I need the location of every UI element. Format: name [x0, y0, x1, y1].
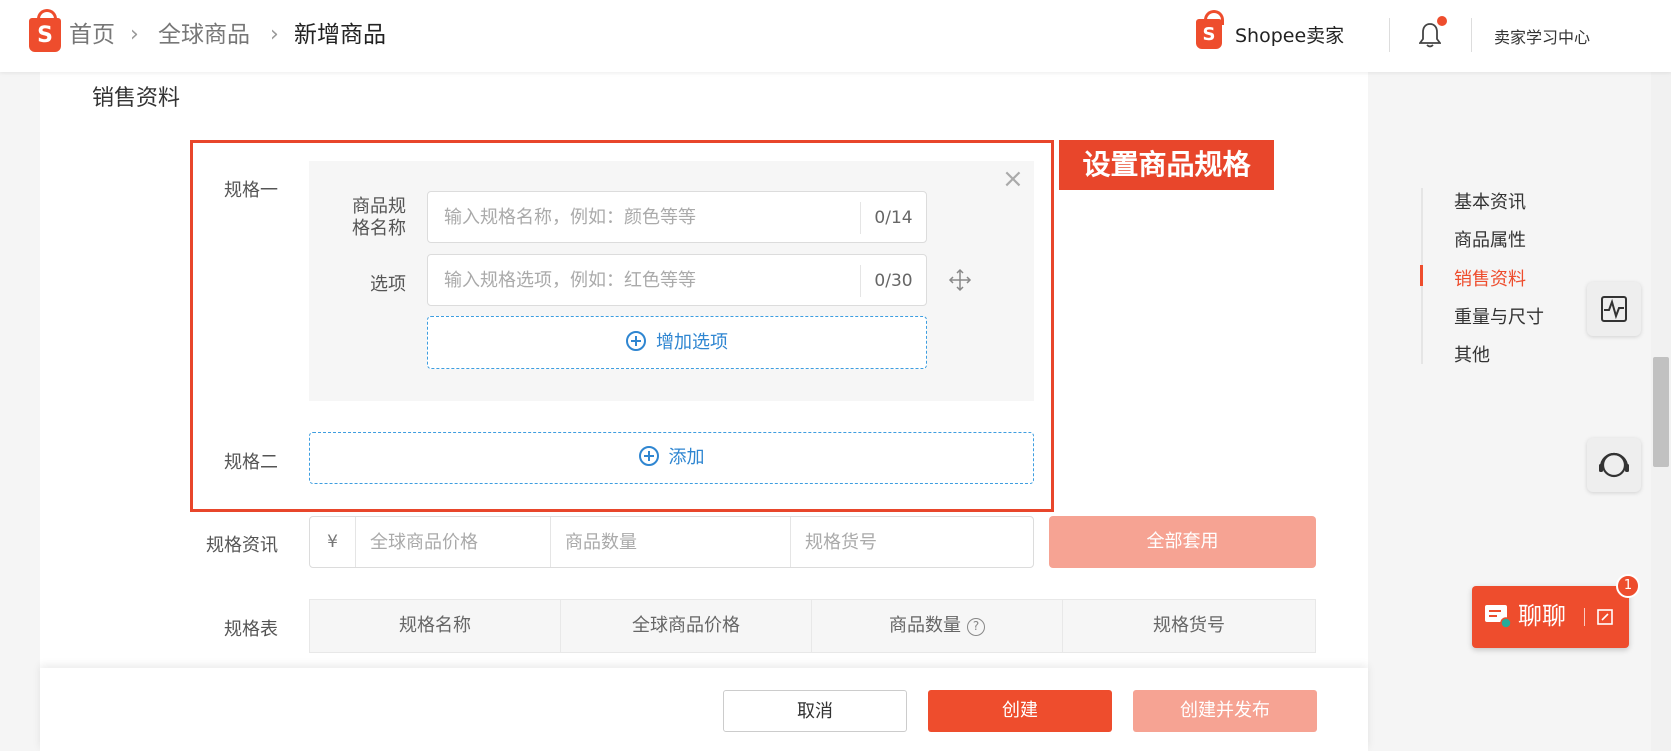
column-header: 规格货号	[1153, 615, 1225, 636]
sku-input[interactable]	[791, 517, 1033, 567]
breadcrumb-global-products[interactable]: 全球商品	[158, 20, 250, 50]
breadcrumb-home[interactable]: 首页	[69, 20, 115, 50]
page-scrollbar-thumb[interactable]	[1653, 357, 1669, 467]
spec-table-label: 规格表	[224, 619, 278, 640]
shopee-seller-logo-icon[interactable]: S	[1196, 10, 1224, 49]
cancel-button[interactable]: 取消	[723, 690, 907, 732]
top-header: S 首页 › 全球商品 › 新增商品 S Shopee卖家 卖家学习中心	[0, 0, 1671, 72]
side-nav-other[interactable]: 其他	[1454, 341, 1490, 367]
side-nav-active-indicator	[1420, 265, 1423, 286]
apply-all-button[interactable]: 全部套用	[1049, 516, 1316, 568]
column-header-quantity: 商品数量?	[812, 600, 1063, 652]
chat-label: 聊聊	[1518, 602, 1566, 630]
currency-symbol: ¥	[310, 517, 356, 567]
header-divider	[1389, 18, 1390, 52]
side-nav-sales-info[interactable]: 销售资料	[1454, 265, 1526, 291]
qty-cell	[551, 517, 791, 567]
learning-center-link[interactable]: 卖家学习中心	[1494, 24, 1590, 48]
breadcrumb-current: 新增商品	[294, 22, 386, 48]
column-header: 规格名称	[310, 600, 561, 652]
chat-unread-badge: 1	[1616, 574, 1640, 598]
highlight-frame	[190, 140, 1054, 512]
callout-label: 设置商品规格	[1059, 140, 1274, 190]
create-button[interactable]: 创建	[928, 690, 1112, 732]
price-cell	[356, 517, 551, 567]
activity-chart-icon	[1601, 296, 1627, 322]
help-icon[interactable]: ?	[967, 618, 985, 636]
side-nav-basic-info[interactable]: 基本资讯	[1454, 188, 1526, 214]
column-header: 商品数量	[889, 615, 961, 636]
spec-info-label: 规格资讯	[206, 535, 278, 556]
section-title: 销售资料	[92, 86, 181, 111]
side-nav-attributes[interactable]: 商品属性	[1454, 226, 1526, 252]
spec-table-header: 规格名称 全球商品价格 商品数量? 规格货号	[309, 599, 1316, 653]
customer-service-button[interactable]	[1587, 438, 1641, 492]
shopee-seller-label[interactable]: Shopee卖家	[1235, 22, 1344, 50]
popout-icon[interactable]	[1596, 608, 1614, 626]
chat-divider	[1584, 608, 1585, 626]
header-divider	[1471, 18, 1472, 52]
column-header: 全球商品价格	[561, 600, 812, 652]
headset-icon	[1599, 452, 1629, 478]
side-nav-weight-size[interactable]: 重量与尺寸	[1454, 303, 1544, 329]
chat-button[interactable]: 聊聊	[1472, 586, 1629, 648]
chevron-right-icon: ›	[130, 22, 139, 47]
bell-icon[interactable]	[1419, 22, 1441, 48]
sku-cell	[791, 517, 1033, 567]
quantity-input[interactable]	[551, 517, 790, 567]
activity-monitor-button[interactable]	[1587, 282, 1641, 336]
chevron-right-icon: ›	[270, 22, 279, 47]
spec-info-row: ¥	[309, 516, 1034, 568]
create-publish-button[interactable]: 创建并发布	[1133, 690, 1317, 732]
price-input[interactable]	[356, 517, 550, 567]
notification-dot	[1437, 16, 1447, 26]
chat-icon	[1485, 605, 1512, 629]
shopee-logo-icon[interactable]: S	[29, 9, 61, 52]
